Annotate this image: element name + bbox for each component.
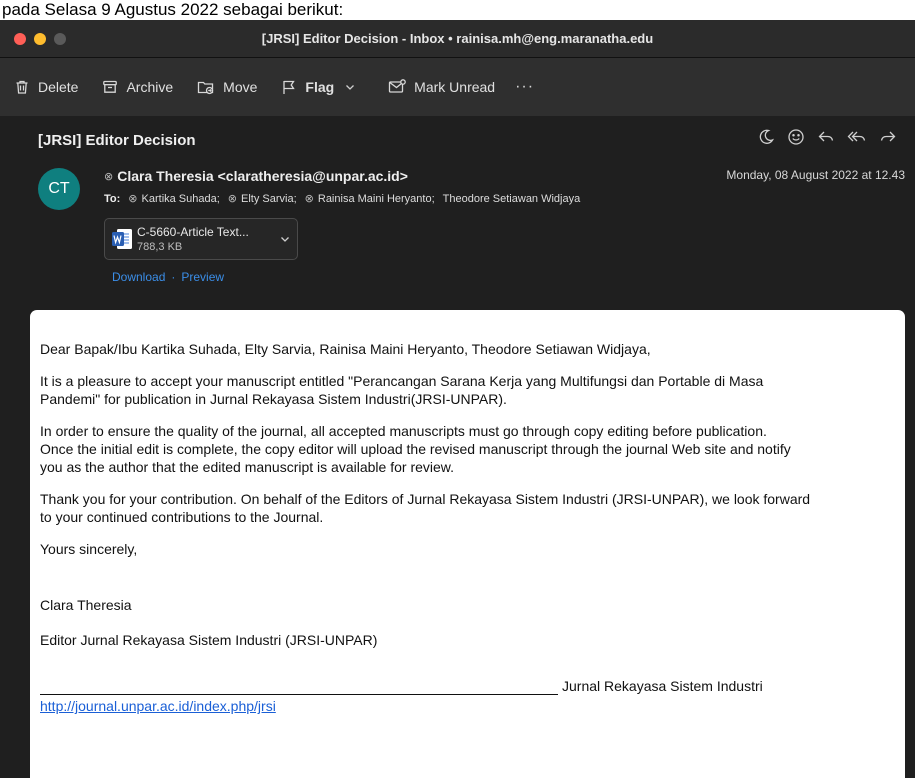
- recipients-line: To: ⊗ Kartika Suhada; ⊗ Elty Sarvia; ⊗ Rain…: [104, 192, 588, 206]
- reply-icon[interactable]: [817, 128, 835, 146]
- greeting-text: Dear Bapak/Ibu Kartika Suhada, Elty Sarv…: [40, 341, 651, 357]
- recipient-chip[interactable]: ⊗ Kartika Suhada;: [128, 192, 220, 205]
- flag-label: Flag: [305, 79, 335, 95]
- acceptance-paragraph: It is a pleasure to accept your manuscri…: [40, 373, 764, 407]
- closing-text: Yours sincerely,: [40, 541, 138, 557]
- envelope-icon: [389, 79, 407, 93]
- remove-circle-icon: ⊗: [128, 193, 138, 205]
- footer-line: Jurnal Rekayasa Sistem Industri: [40, 677, 895, 695]
- title-bar: [JRSI] Editor Decision - Inbox • rainisa…: [0, 20, 915, 58]
- preview-link[interactable]: Preview: [181, 270, 224, 284]
- attachment-size: 788,3 KB: [137, 241, 183, 253]
- sender-name: Clara Theresia <claratheresia@unpar.ac.i…: [117, 168, 408, 184]
- message-body: Dear Bapak/Ibu Kartika Suhada, Elty Sarv…: [30, 310, 905, 778]
- recipient-chip[interactable]: Theodore Setiawan Widjaya: [443, 193, 581, 205]
- attachment-card[interactable]: C-5660-Article Text... 788,3 KB: [104, 218, 298, 260]
- archive-label: Archive: [126, 79, 174, 95]
- download-link[interactable]: Download: [112, 270, 165, 284]
- chevron-down-icon[interactable]: [279, 233, 291, 245]
- reading-pane: [JRSI] Editor Decision CT ⊗ Clara Theres…: [14, 116, 915, 778]
- recipient-chip[interactable]: ⊗ Elty Sarvia;: [228, 192, 297, 205]
- footer-journal-name: Jurnal Rekayasa Sistem Industri: [562, 678, 763, 694]
- delete-label: Delete: [38, 79, 79, 95]
- toolbar: Delete Archive Move Flag Mark Unread ···: [0, 58, 915, 116]
- window-title: [JRSI] Editor Decision - Inbox • rainisa…: [261, 31, 654, 46]
- attachment-name: C-5660-Article Text...: [137, 225, 249, 239]
- archive-button[interactable]: Archive: [102, 79, 173, 95]
- flag-button[interactable]: Flag: [281, 79, 364, 95]
- mark-unread-button[interactable]: Mark Unread: [388, 79, 495, 95]
- message-subject: [JRSI] Editor Decision: [38, 132, 196, 149]
- remove-circle-icon: ⊗: [304, 193, 314, 205]
- folder-move-icon: [198, 81, 214, 95]
- footer-divider: [40, 681, 558, 695]
- forward-icon[interactable]: [879, 128, 897, 146]
- archive-icon: [103, 80, 118, 93]
- mail-window: [JRSI] Editor Decision - Inbox • rainisa…: [0, 20, 915, 778]
- smiley-icon[interactable]: [787, 128, 805, 146]
- sender-line[interactable]: ⊗ Clara Theresia <claratheresia@unpar.ac…: [104, 168, 408, 184]
- trash-icon: [16, 80, 28, 94]
- move-button[interactable]: Move: [197, 79, 257, 95]
- document-caption: pada Selasa 9 Agustus 2022 sebagai berik…: [0, 0, 915, 20]
- flag-icon: [283, 80, 296, 94]
- sender-avatar[interactable]: CT: [38, 168, 80, 210]
- message-date: Monday, 08 August 2022 at 12.43: [726, 168, 905, 182]
- to-label: To:: [104, 192, 121, 205]
- move-label: Move: [223, 79, 258, 95]
- remove-circle-icon: ⊗: [227, 193, 238, 205]
- link-separator: ·: [171, 270, 176, 284]
- delete-button[interactable]: Delete: [14, 79, 78, 95]
- chevron-down-icon[interactable]: [344, 81, 364, 93]
- signature-title: Editor Jurnal Rekayasa Sistem Industri (…: [40, 632, 378, 648]
- recipient-chip[interactable]: ⊗ Rainisa Maini Heryanto;: [305, 192, 435, 205]
- word-document-icon: [111, 227, 133, 256]
- moon-icon[interactable]: [757, 128, 775, 146]
- reply-all-icon[interactable]: [847, 128, 867, 146]
- journal-link[interactable]: http://journal.unpar.ac.id/index.php/jrs…: [40, 697, 276, 715]
- mark-unread-label: Mark Unread: [414, 79, 496, 95]
- more-options-button[interactable]: ···: [515, 78, 534, 96]
- remove-circle-icon: ⊗: [104, 170, 114, 183]
- message-actions: [745, 128, 897, 146]
- signature-name: Clara Theresia: [40, 597, 132, 613]
- thanks-paragraph: Thank you for your contribution. On beha…: [40, 491, 811, 525]
- copy-editing-paragraph: In order to ensure the quality of the jo…: [40, 423, 791, 475]
- attachment-links: Download · Preview: [112, 270, 224, 284]
